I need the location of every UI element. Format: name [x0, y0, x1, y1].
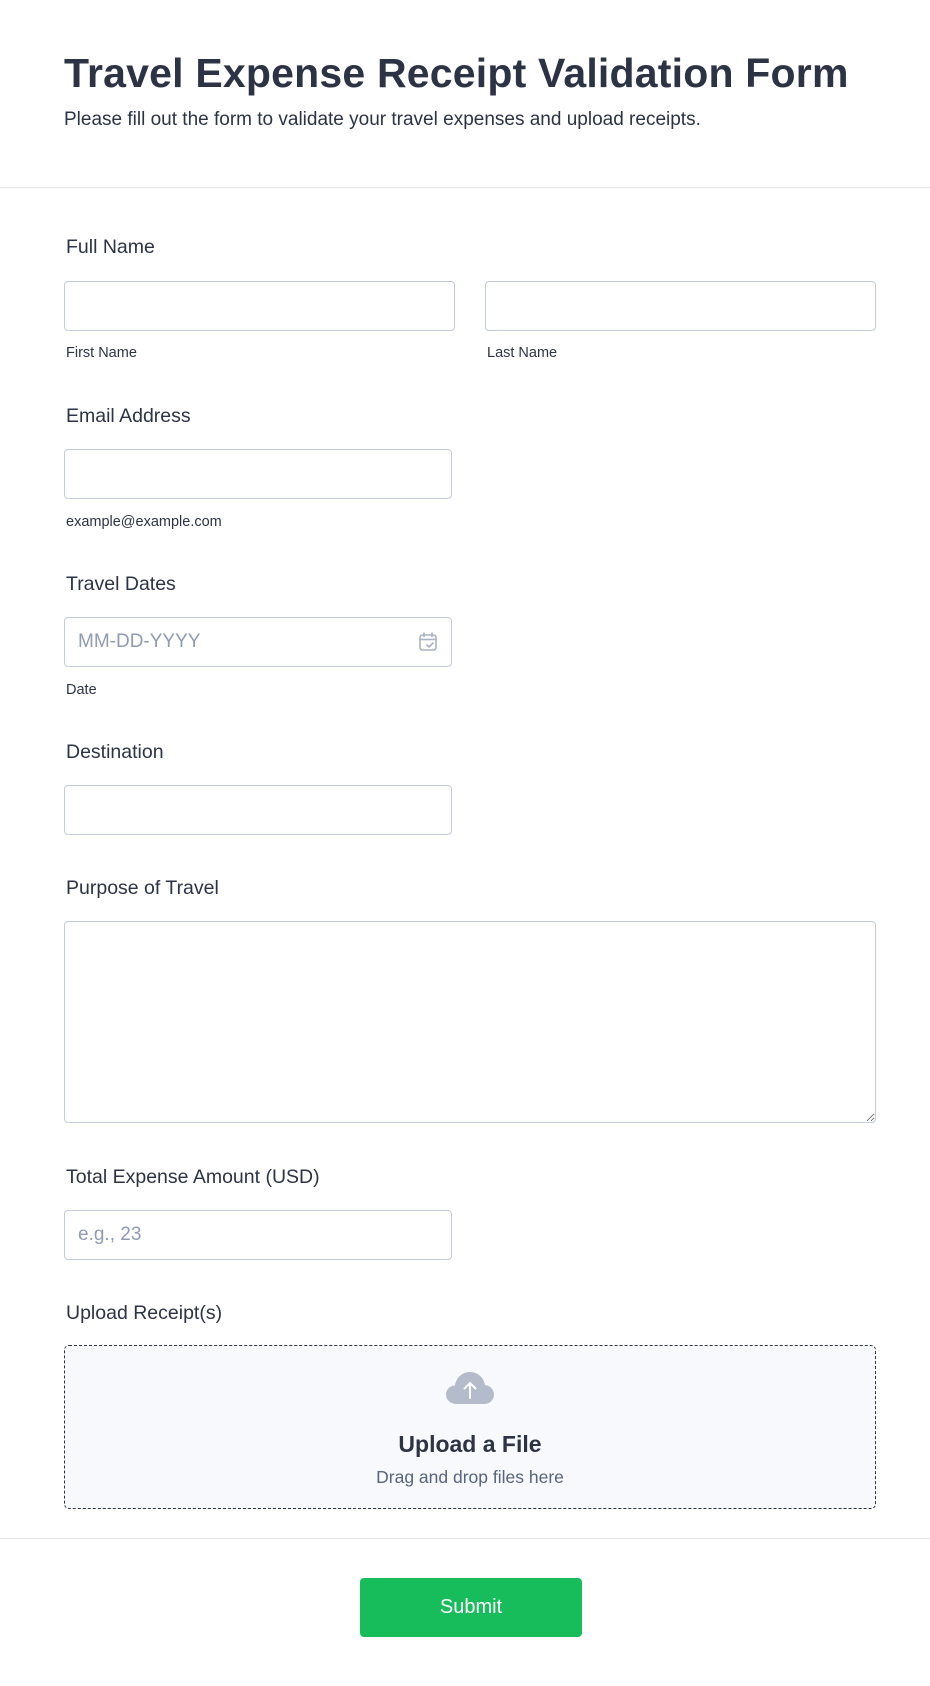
- first-name-sublabel: First Name: [66, 345, 137, 361]
- form-page: Travel Expense Receipt Validation Form P…: [0, 0, 930, 1686]
- travel-date-input[interactable]: [64, 617, 452, 667]
- email-field[interactable]: [64, 449, 452, 499]
- form-header: Travel Expense Receipt Validation Form P…: [0, 0, 930, 188]
- file-upload-dropzone[interactable]: Upload a File Drag and drop files here: [64, 1345, 876, 1509]
- destination-input[interactable]: [64, 785, 452, 835]
- submit-button[interactable]: Submit: [360, 1578, 582, 1637]
- page-title: Travel Expense Receipt Validation Form: [64, 50, 849, 96]
- first-name-input[interactable]: [64, 281, 455, 331]
- total-amount-label: Total Expense Amount (USD): [66, 1166, 320, 1188]
- full-name-label: Full Name: [66, 236, 155, 258]
- purpose-textarea[interactable]: [64, 921, 876, 1123]
- travel-dates-label: Travel Dates: [66, 573, 176, 595]
- form-footer: Submit: [0, 1538, 930, 1686]
- last-name-input[interactable]: [485, 281, 876, 331]
- upload-hint: Drag and drop files here: [376, 1467, 564, 1487]
- destination-label: Destination: [66, 741, 164, 763]
- email-sublabel: example@example.com: [66, 514, 222, 530]
- total-amount-input[interactable]: [64, 1210, 452, 1260]
- page-subtitle: Please fill out the form to validate you…: [64, 109, 701, 130]
- purpose-label: Purpose of Travel: [66, 877, 219, 899]
- email-label: Email Address: [66, 405, 191, 427]
- calendar-icon[interactable]: [418, 632, 440, 652]
- last-name-sublabel: Last Name: [487, 345, 558, 361]
- upload-title: Upload a File: [398, 1431, 542, 1457]
- upload-label: Upload Receipt(s): [66, 1302, 223, 1324]
- travel-date-sublabel: Date: [66, 682, 97, 698]
- cloud-upload-icon: [446, 1372, 494, 1404]
